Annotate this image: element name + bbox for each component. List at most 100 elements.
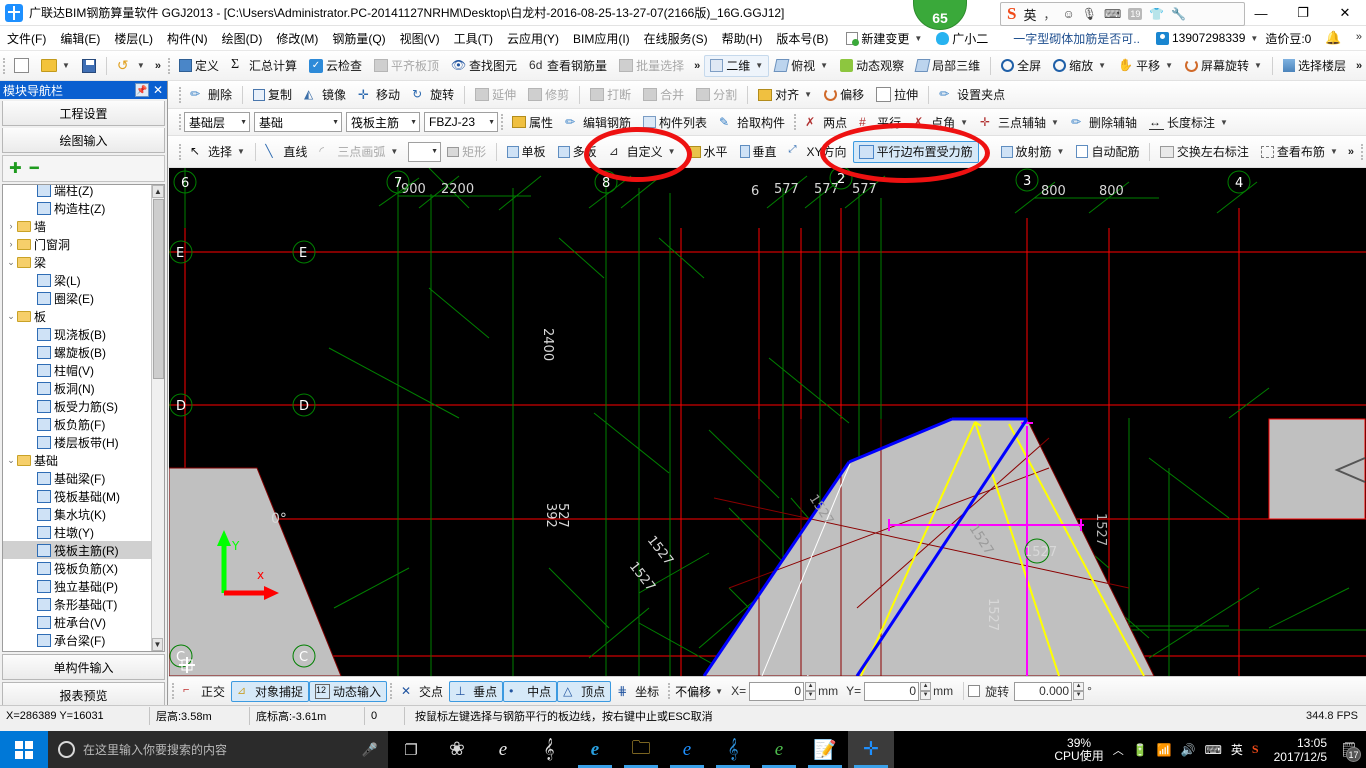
ie-old-icon[interactable]: e <box>480 731 526 768</box>
perpendicular-snap-button[interactable]: ⊥ 垂点 <box>449 680 504 702</box>
select-floor-button[interactable]: 选择楼层 <box>1277 55 1352 77</box>
new-change-button[interactable]: 新建变更 ▼ <box>839 28 929 49</box>
ortho-button[interactable]: ⌐ 正交 <box>177 681 231 702</box>
chevron-right-icon[interactable]: › <box>5 239 17 249</box>
tree-item-24[interactable]: 桩承台(V) <box>3 613 153 631</box>
y-spinner[interactable]: ▲ ▼ <box>920 682 932 700</box>
menu-view[interactable]: 视图(V) <box>393 28 447 49</box>
y-spin-down[interactable]: ▼ <box>920 691 932 700</box>
tree-item-1[interactable]: 构造柱(Z) <box>3 199 153 217</box>
battery-icon[interactable]: 🔋 <box>1133 743 1148 757</box>
break-button[interactable]: 打断 <box>584 84 637 106</box>
tree-item-11[interactable]: 板洞(N) <box>3 379 153 397</box>
edit-rebar-button[interactable]: ✏ 编辑钢筋 <box>559 111 637 133</box>
fan-icon[interactable]: ❀ <box>434 731 480 768</box>
component-list-button[interactable]: 构件列表 <box>637 111 713 133</box>
length-dim-button[interactable]: ↔ 长度标注 ▼ <box>1143 111 1234 133</box>
auto-rebar-button[interactable]: 自动配筋 <box>1070 141 1145 163</box>
parallel-edge-rebar-button[interactable]: 平行边布置受力筋 <box>852 140 979 163</box>
green-browser-icon[interactable]: e <box>756 731 802 768</box>
taskbar-search[interactable]: 在这里输入你要搜索的内容 🎤 <box>48 731 388 768</box>
two-point-axis-button[interactable]: ✗ 两点 <box>799 111 853 133</box>
trim-button[interactable]: 修剪 <box>522 84 575 106</box>
tree-item-4[interactable]: ⌄ 梁 <box>3 253 153 271</box>
tree-item-12[interactable]: 板受力筋(S) <box>3 397 153 415</box>
ime-mode-button[interactable]: 英 <box>1023 5 1036 24</box>
rotate-button[interactable]: ↻ 旋转 <box>406 84 460 106</box>
minimize-button[interactable]: — <box>1240 0 1282 26</box>
assistant-button[interactable]: 广小二 <box>929 28 995 49</box>
align-button[interactable]: 对齐 ▼ <box>752 84 818 106</box>
single-component-input-button[interactable]: 单构件输入 <box>2 654 165 680</box>
screen-rotate-button[interactable]: 屏幕旋转 ▼ <box>1179 55 1268 77</box>
ime-voice-icon[interactable]: 🎙 <box>1082 7 1097 21</box>
scrollbar-thumb[interactable] <box>153 199 164 379</box>
summary-calc-button[interactable]: Σ 汇总计算 <box>225 55 303 77</box>
x-spinner[interactable]: ▲ ▼ <box>805 682 817 700</box>
cad-canvas[interactable]: 900 2200 6 577 577 577 800 800 2400 392 … <box>169 168 1366 676</box>
tree-item-10[interactable]: 柱帽(V) <box>3 361 153 379</box>
coordinate-snap-button[interactable]: ⋕ 坐标 <box>611 681 665 702</box>
fullscreen-button[interactable]: 全屏 <box>995 55 1047 77</box>
notepad-icon[interactable]: 📝 <box>802 731 848 768</box>
ime-emoji-icon[interactable]: ☺ <box>1063 7 1075 21</box>
notification-bell-icon[interactable]: 🔔 <box>1318 28 1348 48</box>
component-type-combo[interactable]: 筏板主筋 ▼ <box>346 112 420 132</box>
account-info[interactable]: 13907298339 ▼ <box>1155 31 1258 45</box>
keyboard-icon[interactable]: ⌨ <box>1205 743 1222 757</box>
vertex-snap-button[interactable]: △ 顶点 <box>557 680 612 702</box>
align-slab-top-button[interactable]: 平齐板顶 <box>368 55 445 77</box>
volume-icon[interactable]: 🔊 <box>1181 743 1196 757</box>
delete-button[interactable]: ✏ 删除 <box>184 84 238 106</box>
multi-slab-button[interactable]: 多板 <box>552 141 603 163</box>
project-settings-button[interactable]: 工程设置 <box>2 101 165 126</box>
menu-help[interactable]: 帮助(H) <box>715 28 770 49</box>
chevron-right-icon[interactable]: › <box>5 221 17 231</box>
menu-component[interactable]: 构件(N) <box>160 28 215 49</box>
y-spin-up[interactable]: ▲ <box>920 682 932 691</box>
microphone-icon[interactable]: 🎤 <box>362 742 378 758</box>
linestyle-combo[interactable]: ▼ <box>408 141 442 162</box>
select-tool-button[interactable]: ↖ 选择 ▼ <box>184 141 251 163</box>
tree-item-14[interactable]: 楼层板带(H) <box>3 433 153 451</box>
pick-component-button[interactable]: ✎ 拾取构件 <box>713 111 791 133</box>
tree-item-19[interactable]: 柱墩(Y) <box>3 523 153 541</box>
intersection-snap-button[interactable]: ✕ 交点 <box>395 681 449 702</box>
menu-floor[interactable]: 楼层(L) <box>107 28 160 49</box>
ime-calendar-icon[interactable]: 19 <box>1128 8 1143 20</box>
edge-icon[interactable]: e <box>572 731 618 768</box>
tree-item-9[interactable]: 螺旋板(B) <box>3 343 153 361</box>
three-point-arc-button[interactable]: ◜ 三点画弧 ▼ <box>313 141 404 163</box>
chevron-down-icon[interactable]: ⌄ <box>5 455 17 466</box>
local-3d-button[interactable]: 局部三维 <box>910 55 986 77</box>
split-button[interactable]: 分割 <box>690 84 743 106</box>
dynamic-input-button[interactable]: 12 动态输入 <box>309 680 388 702</box>
ime-skin-icon[interactable]: 👕 <box>1149 7 1164 21</box>
merge-button[interactable]: 合并 <box>637 84 690 106</box>
vertical-button[interactable]: 垂直 <box>734 141 783 163</box>
toolbar-overflow-3[interactable]: » <box>1352 60 1366 72</box>
menu-rebar[interactable]: 钢筋量(Q) <box>325 28 392 49</box>
pan-button[interactable]: ✋ 平移 ▼ <box>1112 55 1179 77</box>
tree-item-0[interactable]: 端柱(Z) <box>3 185 153 199</box>
tree-item-3[interactable]: › 门窗洞 <box>3 235 153 253</box>
batch-select-button[interactable]: 批量选择 <box>613 55 690 77</box>
cloud-check-button[interactable]: ✓ 云检查 <box>303 55 368 77</box>
ime-punctuation-icon[interactable]: ， <box>1043 6 1055 23</box>
undo-button[interactable]: ↺ ▼ <box>111 55 151 77</box>
tree-item-18[interactable]: 集水坑(K) <box>3 505 153 523</box>
offset-button[interactable]: 偏移 <box>818 84 870 106</box>
offset-mode-combo[interactable]: 不偏移 ▼ <box>673 683 725 700</box>
close-button[interactable]: ✕ <box>1324 0 1366 26</box>
hot-tip-link[interactable]: 一字型砌体加筋是否可.. <box>1013 30 1140 47</box>
start-button[interactable] <box>0 731 48 768</box>
swap-annotation-button[interactable]: 交换左右标注 <box>1154 141 1255 163</box>
menu-draw[interactable]: 绘图(D) <box>215 28 270 49</box>
parallel-edge-rebar-chevron-icon[interactable]: ▼ <box>983 147 991 156</box>
toolbar-overflow-4[interactable]: » <box>1344 146 1358 158</box>
toolbar-overflow-1[interactable]: » <box>151 60 165 72</box>
tree-item-21[interactable]: 筏板负筋(X) <box>3 559 153 577</box>
point-angle-axis-button[interactable]: ✗ 点角 ▼ <box>907 111 974 133</box>
menu-version[interactable]: 版本号(B) <box>769 28 835 49</box>
three-point-axis-button[interactable]: ✛ 三点辅轴 ▼ <box>974 111 1065 133</box>
